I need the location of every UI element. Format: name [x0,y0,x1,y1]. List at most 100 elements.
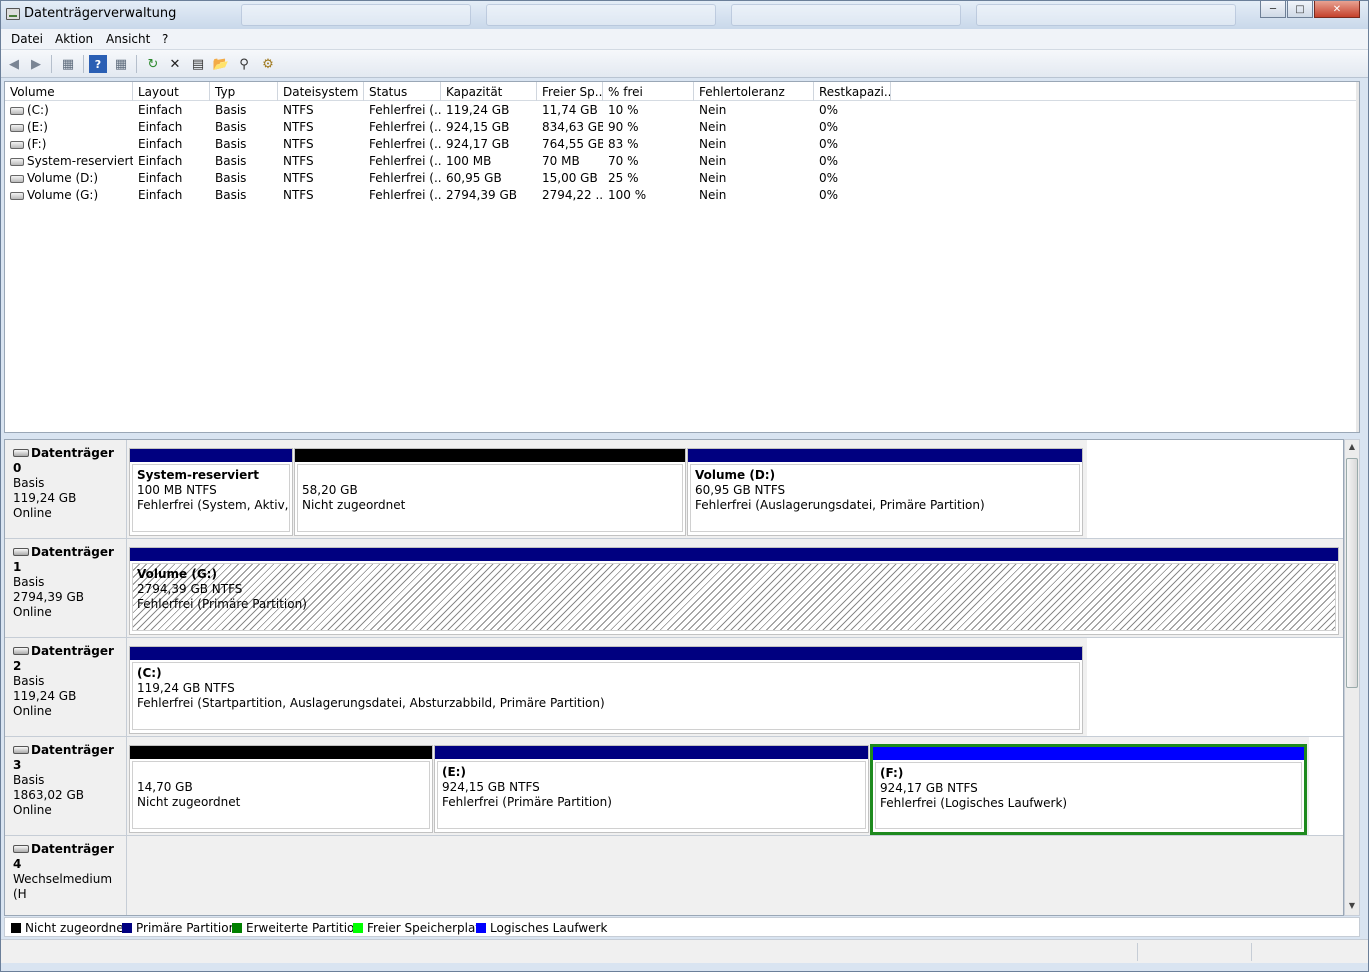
menu-help[interactable]: ? [162,32,168,46]
partition-unallocated[interactable]: 58,20 GB Nicht zugeordnet [294,448,686,536]
cell-fs: NTFS [283,137,314,151]
toolbar-separator [136,55,137,73]
legend-item: Nicht zugeordnet [11,921,128,935]
table-row[interactable]: System-reserviert Einfach Basis NTFS Fehlerf… [5,153,1359,170]
help-icon[interactable]: ? [89,55,107,73]
partition-bar [130,548,1338,561]
properties-pane-icon[interactable]: ▦ [112,55,130,73]
cell-volume: (C:) [5,103,133,117]
cell-pct: 25 % [608,171,639,185]
open-icon[interactable]: 📂 [212,55,230,73]
partition-bar [873,747,1304,760]
partition-unallocated[interactable]: 14,70 GB Nicht zugeordnet [129,745,433,833]
table-row[interactable]: Volume (G:) Einfach Basis NTFS Fehlerfrei (.… [5,187,1359,204]
disk-row: Datenträger 2 Basis 119,24 GB Online (C:… [5,638,1343,737]
explore-icon[interactable]: ⚲ [235,55,253,73]
disk-label[interactable]: Datenträger 1 Basis 2794,39 GB Online [5,539,127,637]
background-tab [241,4,471,26]
scroll-down-icon[interactable]: ▼ [1347,901,1357,913]
refresh-icon[interactable]: ↻ [144,55,162,73]
column-prozent-frei[interactable]: % frei [603,82,694,101]
disk-graphical-view: Datenträger 0 Basis 119,24 GB Online Sys… [4,439,1344,916]
cell-free: 834,63 GB [542,120,603,134]
hard-disk-icon [13,548,29,556]
status-separator [1137,943,1138,961]
partition-volume-d[interactable]: Volume (D:) 60,95 GB NTFS Fehlerfrei (Au… [687,448,1083,536]
column-freier-speicher[interactable]: Freier Sp... [537,82,603,101]
table-row[interactable]: Volume (D:) Einfach Basis NTFS Fehlerfrei (.… [5,170,1359,187]
volume-icon [10,124,24,132]
scroll-thumb[interactable] [1346,458,1358,688]
column-restkapazitaet[interactable]: Restkapazi... [814,82,891,101]
cell-layout: Einfach [138,120,183,134]
disk-label[interactable]: Datenträger 4 Wechselmedium (H Kein Medi… [5,836,127,915]
cell-layout: Einfach [138,188,183,202]
legend-swatch [476,923,486,933]
graph-scrollbar[interactable]: ▲ ▼ [1344,439,1360,916]
disk-type: Wechselmedium (H [13,872,113,901]
cell-status: Fehlerfrei (... [369,154,441,168]
cell-fs: NTFS [283,188,314,202]
partition-info: 58,20 GB Nicht zugeordnet [297,464,683,532]
cell-ft: Nein [699,137,727,151]
legend-label: Freier Speicherplatz [367,921,487,935]
partition-size: 119,24 GB NTFS [137,681,235,695]
hard-disk-icon [13,647,29,655]
column-typ[interactable]: Typ [210,82,278,101]
cell-volume: Volume (G:) [5,188,133,202]
table-row[interactable]: (C:) Einfach Basis NTFS Fehlerfrei (... 119,2… [5,102,1359,119]
cell-pct: 70 % [608,154,639,168]
volume-icon [10,158,24,166]
partition-e[interactable]: (E:) 924,15 GB NTFS Fehlerfrei (Primäre … [434,745,869,833]
column-status[interactable]: Status [364,82,441,101]
column-volume[interactable]: Volume [5,82,133,101]
volume-name: Volume (G:) [27,188,99,202]
cell-volume: System-reserviert [5,154,133,168]
list-scrollbar[interactable] [1356,82,1359,432]
legend-label: Logisches Laufwerk [490,921,608,935]
column-dateisystem[interactable]: Dateisystem [278,82,364,101]
maximize-button[interactable]: □ [1287,1,1313,18]
cell-ft: Nein [699,154,727,168]
legend-swatch [353,923,363,933]
volume-icon [10,107,24,115]
disk-label[interactable]: Datenträger 2 Basis 119,24 GB Online [5,638,127,736]
menu-aktion[interactable]: Aktion [55,32,93,46]
table-row[interactable]: (E:) Einfach Basis NTFS Fehlerfrei (... 924,1… [5,119,1359,136]
partition-volume-g[interactable]: Volume (G:) 2794,39 GB NTFS Fehlerfrei (… [129,547,1339,635]
cell-rest: 0% [819,154,839,168]
partition-status: Fehlerfrei (System, Aktiv, Pri [137,498,289,512]
cell-volume: Volume (D:) [5,171,133,185]
forward-icon[interactable]: ▶ [27,55,45,73]
back-icon[interactable]: ◀ [5,55,23,73]
cell-free: 11,74 GB [542,103,598,117]
legend-label: Erweiterte Partition [246,921,362,935]
partition-system-reserved[interactable]: System-reserviert 100 MB NTFS Fehlerfrei… [129,448,293,536]
table-row[interactable]: (F:) Einfach Basis NTFS Fehlerfrei (... 924,1… [5,136,1359,153]
menu-bar: Datei Aktion Ansicht ? [1,29,1368,50]
partition-f[interactable]: (F:) 924,17 GB NTFS Fehlerfrei (Logische… [870,744,1307,835]
disk-size: 1863,02 GB [13,788,84,802]
cell-typ: Basis [215,103,247,117]
disk-label[interactable]: Datenträger 0 Basis 119,24 GB Online [5,440,127,538]
column-fehlertoleranz[interactable]: Fehlertoleranz [694,82,814,101]
disk-state: Online [13,704,52,718]
close-button[interactable]: ✕ [1314,1,1360,18]
title-bar[interactable]: Datenträgerverwaltung ─ □ ✕ [1,1,1368,29]
delete-icon[interactable]: ✕ [166,55,184,73]
minimize-button[interactable]: ─ [1260,1,1286,18]
column-layout[interactable]: Layout [133,82,210,101]
properties-icon[interactable]: ▤ [189,55,207,73]
partition-status: Nicht zugeordnet [302,498,406,512]
partition-c[interactable]: (C:) 119,24 GB NTFS Fehlerfrei (Startpar… [129,646,1083,734]
column-kapazitaet[interactable]: Kapazität [441,82,537,101]
show-hide-tree-icon[interactable]: ▦ [59,55,77,73]
settings-icon[interactable]: ⚙ [259,55,277,73]
app-icon [6,8,20,20]
menu-datei[interactable]: Datei [11,32,43,46]
disk-label[interactable]: Datenträger 3 Basis 1863,02 GB Online [5,737,127,835]
scroll-up-icon[interactable]: ▲ [1347,442,1357,454]
partition-status: Fehlerfrei (Logisches Laufwerk) [880,796,1068,810]
cell-cap: 924,17 GB [446,137,510,151]
menu-ansicht[interactable]: Ansicht [106,32,150,46]
